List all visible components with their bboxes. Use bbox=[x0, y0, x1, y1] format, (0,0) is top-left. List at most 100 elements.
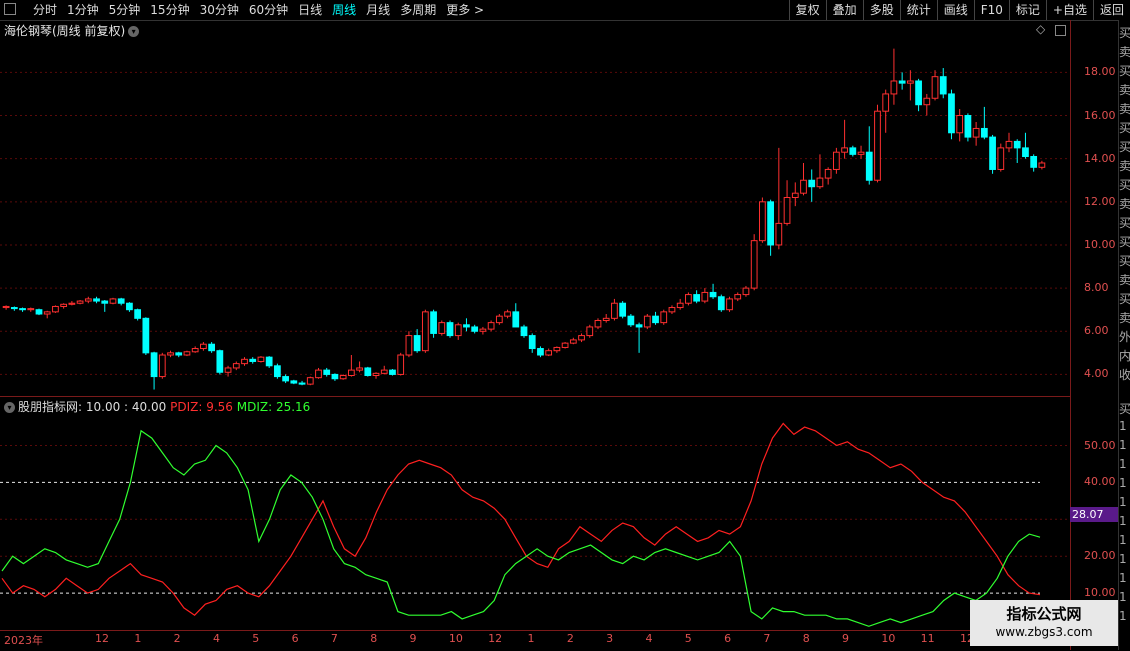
candle-body bbox=[167, 352, 174, 356]
candle-body bbox=[463, 324, 470, 328]
candle-body bbox=[1013, 140, 1021, 149]
action-button-3[interactable]: 统计 bbox=[899, 0, 937, 20]
right-panel-char: 收 bbox=[1119, 368, 1130, 382]
candle-body bbox=[545, 350, 553, 356]
candle-body bbox=[602, 317, 610, 321]
tab-1[interactable]: 1分钟 bbox=[62, 2, 104, 18]
candle-body bbox=[2, 305, 10, 309]
indicator-y-label: 50.00 bbox=[1084, 438, 1116, 452]
right-panel-char: 卖 bbox=[1119, 311, 1130, 325]
indicator-y-label: 20.00 bbox=[1084, 549, 1116, 563]
candle-body bbox=[282, 376, 289, 382]
action-button-4[interactable]: 画线 bbox=[936, 0, 974, 20]
right-panel-char: 1 bbox=[1119, 590, 1127, 604]
candle-body bbox=[257, 356, 265, 362]
candle-body bbox=[643, 315, 651, 328]
right-panel-char: 买 bbox=[1119, 292, 1130, 306]
candle-body bbox=[274, 365, 281, 378]
action-button-6[interactable]: 标记 bbox=[1008, 0, 1046, 20]
action-button-2[interactable]: 多股 bbox=[862, 0, 900, 20]
right-panel-char: 1 bbox=[1119, 609, 1127, 623]
action-button-1[interactable]: 叠加 bbox=[825, 0, 863, 20]
action-button-5[interactable]: F10 bbox=[973, 0, 1009, 20]
candle-body bbox=[421, 311, 429, 352]
candle-body bbox=[849, 147, 857, 155]
candle-body bbox=[964, 115, 972, 138]
candle-body bbox=[750, 240, 758, 289]
candle-body bbox=[101, 300, 109, 304]
candle-body bbox=[446, 322, 454, 337]
watermark-line2: www.zbgs3.com bbox=[995, 625, 1093, 639]
right-panel-char: 买 bbox=[1119, 121, 1130, 135]
tab-10[interactable]: 更多 > bbox=[441, 2, 489, 18]
price-y-label: 14.00 bbox=[1084, 151, 1116, 165]
candle-body bbox=[586, 326, 594, 337]
tab-6[interactable]: 日线 bbox=[293, 2, 327, 18]
x-tick-label: 10 bbox=[448, 632, 463, 645]
candle-body bbox=[611, 302, 618, 319]
candle-body bbox=[19, 308, 26, 311]
candle-body bbox=[372, 372, 380, 377]
candle-body bbox=[717, 296, 725, 311]
candle-body bbox=[487, 322, 495, 330]
candle-body bbox=[956, 115, 964, 134]
candle-body bbox=[183, 351, 191, 356]
candle-body bbox=[627, 315, 635, 326]
action-button-8[interactable]: 返回 bbox=[1092, 0, 1130, 20]
candle-body bbox=[783, 197, 791, 224]
candle-body bbox=[734, 294, 742, 300]
indicator-title: ▾ 股朋指标网: 10.00 : 40.00 PDIZ: 9.56 MDIZ: 2… bbox=[4, 398, 310, 415]
right-panel-char: 1 bbox=[1119, 571, 1127, 585]
candle-body bbox=[241, 358, 248, 365]
chevron-down-icon[interactable]: ▾ bbox=[4, 402, 15, 413]
tab-9[interactable]: 多周期 bbox=[395, 2, 441, 18]
price-y-label: 10.00 bbox=[1084, 237, 1116, 251]
tab-7[interactable]: 周线 bbox=[327, 2, 361, 18]
tab-8[interactable]: 月线 bbox=[361, 2, 395, 18]
candle-body bbox=[298, 382, 306, 385]
tab-2[interactable]: 5分钟 bbox=[104, 2, 146, 18]
right-panel-char: 1 bbox=[1119, 476, 1127, 490]
candle-body bbox=[890, 80, 898, 95]
tab-0[interactable]: 分时 bbox=[28, 2, 62, 18]
candle-body bbox=[10, 307, 18, 310]
candle-body bbox=[364, 367, 372, 377]
tab-5[interactable]: 60分钟 bbox=[244, 2, 293, 18]
candle-body bbox=[339, 375, 347, 380]
period-toolbar: 分时 1分钟 5分钟 15分钟 30分钟 60分钟 日线 周线 月线 多周期 更多 > 复权 叠加 多股… bbox=[0, 0, 1130, 21]
candle-body bbox=[1030, 156, 1038, 168]
candle-body bbox=[109, 298, 117, 304]
x-tick-label: 8 bbox=[802, 632, 810, 645]
candle-body bbox=[356, 367, 363, 371]
candle-body bbox=[997, 147, 1005, 170]
candle-body bbox=[594, 319, 602, 328]
x-tick-label: 2 bbox=[173, 632, 181, 645]
right-panel-char: 买 bbox=[1119, 26, 1130, 40]
panel-divider bbox=[0, 396, 1070, 397]
candle-body bbox=[915, 80, 922, 106]
action-button-0[interactable]: 复权 bbox=[788, 0, 826, 20]
right-panel-char: 1 bbox=[1119, 533, 1127, 547]
x-tick-label: 10 bbox=[881, 632, 896, 645]
action-button-7[interactable]: +自选 bbox=[1045, 0, 1093, 20]
right-panel-char: 1 bbox=[1119, 495, 1127, 509]
right-panel-char: 卖 bbox=[1119, 273, 1130, 287]
period-tabs: 分时 1分钟 5分钟 15分钟 30分钟 60分钟 日线 周线 月线 多周期 更多 > bbox=[28, 2, 489, 18]
candle-body bbox=[578, 335, 585, 341]
tab-3[interactable]: 15分钟 bbox=[145, 2, 194, 18]
candle-body bbox=[537, 348, 544, 356]
candle-body bbox=[331, 373, 339, 380]
right-panel-char: 内 bbox=[1119, 349, 1130, 363]
candle-body bbox=[43, 311, 51, 315]
candle-body bbox=[939, 76, 947, 95]
price-y-label: 12.00 bbox=[1084, 194, 1116, 208]
sidebar-toggle-icon[interactable] bbox=[4, 3, 16, 15]
price-y-label: 4.00 bbox=[1084, 367, 1109, 381]
right-panel-char: 卖 bbox=[1119, 197, 1130, 211]
tab-4[interactable]: 30分钟 bbox=[195, 2, 244, 18]
candle-body bbox=[93, 298, 100, 302]
candle-body bbox=[150, 352, 158, 378]
candle-body bbox=[553, 346, 561, 352]
candle-body bbox=[265, 356, 273, 367]
candle-body bbox=[816, 177, 824, 188]
